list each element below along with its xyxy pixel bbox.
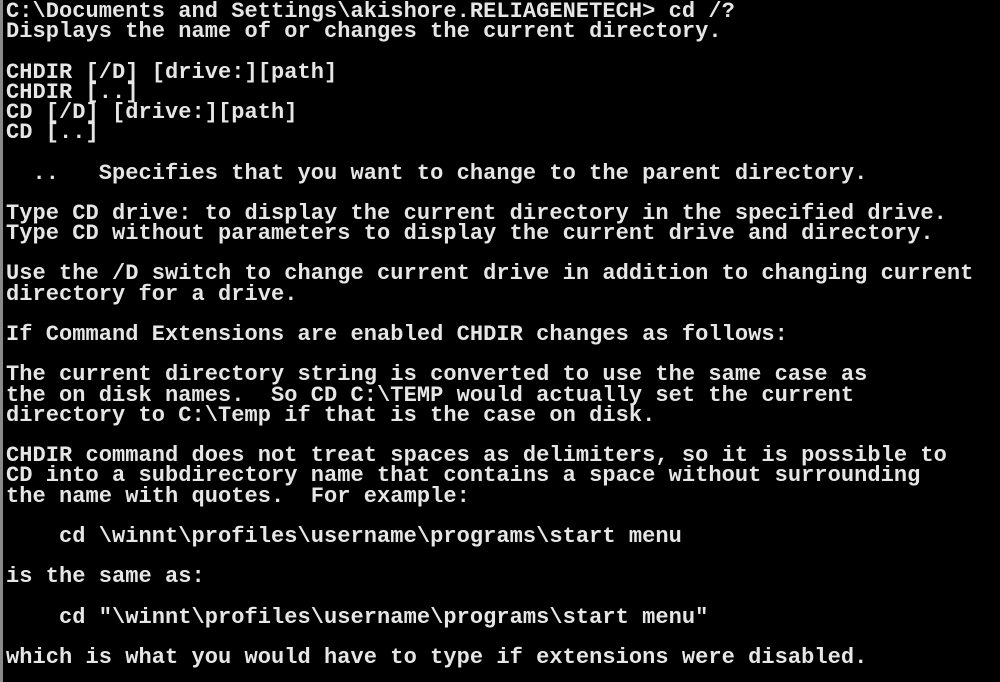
output-line: which is what you would have to type if …: [6, 645, 868, 670]
output-line: cd "\winnt\profiles\username\programs\st…: [6, 604, 709, 630]
output-line: CD [..]: [6, 120, 99, 146]
output-line: directory for a drive.: [6, 281, 298, 307]
console-output: C:\Documents and Settings\akishore.RELIA…: [6, 0, 973, 670]
command-prompt-window[interactable]: C:\Documents and Settings\akishore.RELIA…: [0, 0, 1000, 682]
output-line: CHDIR [/D] [drive:][path]: [6, 59, 338, 85]
output-line: is the same as:: [6, 564, 205, 590]
output-line: Type CD without parameters to display th…: [6, 221, 934, 247]
output-line: Displays the name of or changes the curr…: [6, 19, 722, 45]
output-line: .. Specifies that you want to change to …: [6, 160, 868, 186]
output-line: the name with quotes. For example:: [6, 483, 470, 509]
output-line: cd \winnt\profiles\username\programs\sta…: [6, 523, 682, 549]
output-line: If Command Extensions are enabled CHDIR …: [6, 322, 788, 347]
output-line: directory to C:\Temp if that is the case…: [6, 402, 656, 428]
output-line: CD [/D] [drive:][path]: [6, 99, 298, 125]
